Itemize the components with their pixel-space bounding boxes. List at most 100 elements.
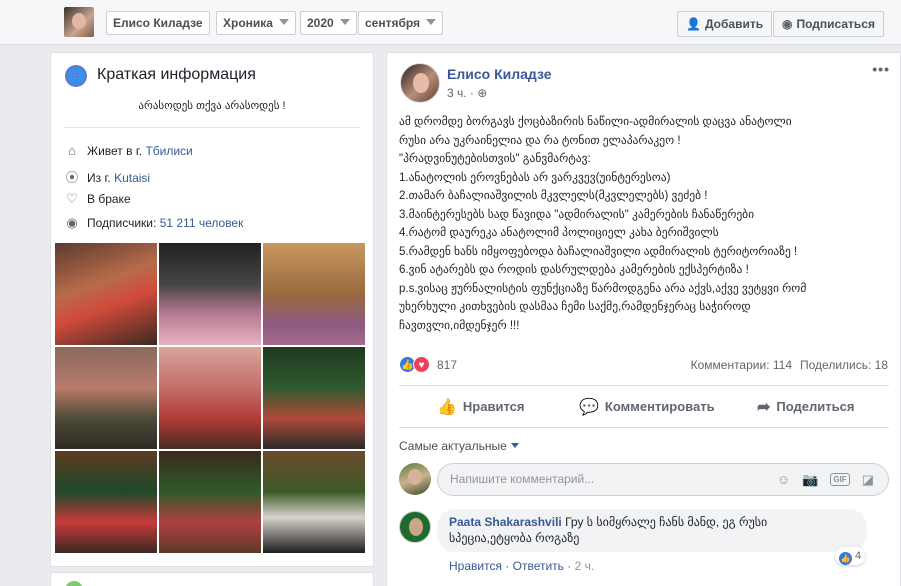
- sticker-icon[interactable]: ◪: [862, 464, 874, 495]
- from-prefix: Из г.: [87, 171, 111, 185]
- chevron-down-icon: [510, 443, 519, 448]
- followers-prefix: Подписчики:: [87, 216, 157, 230]
- comment-reply-link[interactable]: Ответить: [513, 559, 564, 573]
- rss-icon: ◉: [782, 17, 793, 31]
- section-icon: [65, 581, 83, 586]
- next-card: [50, 572, 374, 586]
- post-line: ჩავთვლი,იმდენჯერ !!!: [399, 319, 520, 332]
- shares-count-link[interactable]: Поделились: 18: [800, 358, 888, 372]
- section-dropdown-label: Хроника: [223, 16, 273, 30]
- timeline-navbar: Елисо Киладзе Хроника 2020 сентября 👤 Доб…: [0, 0, 901, 45]
- comment-like-link[interactable]: Нравится: [449, 559, 502, 573]
- comment-input-tools: ☺ 📷 GIF ◪: [765, 464, 874, 495]
- post-timestamp[interactable]: 3 ч. · ⊕: [447, 86, 487, 100]
- globe-icon: ⊕: [477, 86, 488, 100]
- photo-thumbnail[interactable]: [159, 451, 261, 553]
- like-button[interactable]: 👍 Нравится: [437, 395, 524, 419]
- comment-text-line1: Гру ს სიმყრალე ჩანს მანდ, ეგ რუსი: [565, 515, 768, 529]
- gif-icon[interactable]: GIF: [830, 473, 850, 486]
- intro-followers: ◉ Подписчики: 51 211 человек: [63, 215, 363, 235]
- post-line: "პრადვინუტებისთვის" განვმარტავ:: [399, 153, 591, 165]
- comment-time[interactable]: 2 ч.: [575, 559, 595, 573]
- camera-icon[interactable]: 📷: [802, 464, 818, 495]
- comment-actions: Нравится · Ответить · 2 ч.: [449, 559, 595, 573]
- share-button[interactable]: ➦ Поделиться: [757, 395, 854, 419]
- month-dropdown-label: сентября: [365, 16, 421, 30]
- emoji-icon[interactable]: ☺: [777, 464, 790, 495]
- comment-sort-label: Самые актуальные: [399, 439, 507, 453]
- intro-relationship: ♡ В браке: [63, 191, 363, 211]
- comment-button[interactable]: 💬 Комментировать: [579, 395, 715, 419]
- photo-thumbnail[interactable]: [159, 347, 261, 449]
- profile-name-chip[interactable]: Елисо Киладзе: [106, 11, 210, 35]
- divider: [399, 385, 889, 386]
- chevron-down-icon: [278, 19, 289, 25]
- avatar[interactable]: [400, 63, 440, 103]
- post-line: 4.რატომ დაურეკა ანატოლიმ პოლიციელ კახა ბ…: [399, 227, 719, 239]
- home-icon: ⌂: [68, 143, 76, 158]
- like-reaction-icon: 👍: [839, 552, 852, 565]
- reactions-count: 817: [437, 358, 458, 372]
- like-label: Нравится: [462, 399, 525, 414]
- comment-text-line2: სპეცია,ეტყობა როგაზე: [449, 531, 580, 545]
- from-city-link[interactable]: Kutaisi: [114, 171, 150, 185]
- thumbs-up-icon: 👍: [437, 399, 457, 416]
- more-options-icon[interactable]: •••: [872, 61, 890, 77]
- year-dropdown[interactable]: 2020: [300, 11, 357, 35]
- photo-thumbnail[interactable]: [263, 243, 365, 345]
- add-friend-label: Добавить: [704, 17, 764, 31]
- comment-icon: 💬: [579, 399, 599, 416]
- post-text: ამ დრომდე ბორგავს ქოცბაზირის ნაწილი-ადმი…: [399, 113, 889, 335]
- intro-lives-in: ⌂ Живет в г. Тбилиси: [63, 143, 363, 163]
- avatar: [399, 463, 431, 495]
- post-line: 5.რამდენ ხანს იმყოფებოდა ბაჩალიაშვილი ად…: [399, 245, 798, 258]
- heart-icon: ♡: [66, 191, 78, 206]
- divider: [63, 127, 361, 128]
- post-card: Елисо Киладзе 3 ч. · ⊕ ••• ამ დრომდე ბორ…: [386, 52, 901, 586]
- intro-from: ⦿ Из г. Kutaisi: [63, 167, 363, 187]
- post-line: 2.თამარ ბაჩალიაშვილის მკვლელს(მკვლელებს)…: [399, 190, 708, 202]
- love-reaction-icon: ♥: [413, 356, 430, 373]
- month-dropdown[interactable]: сентября: [358, 11, 444, 35]
- photo-thumbnail[interactable]: [263, 451, 365, 553]
- avatar[interactable]: [399, 511, 431, 543]
- rss-icon: ◉: [66, 215, 78, 230]
- post-line: 1.ანატოლის ეროვნებას არ ვარკვევ(უინტერეს…: [399, 171, 671, 184]
- intro-title: Краткая информация: [97, 66, 256, 83]
- photo-thumbnail[interactable]: [159, 243, 261, 345]
- subscribe-label: Подписаться: [796, 17, 875, 31]
- photo-thumbnail[interactable]: [55, 347, 157, 449]
- section-dropdown[interactable]: Хроника: [216, 11, 296, 35]
- divider: [399, 427, 889, 428]
- location-pin-icon: ⦿: [65, 170, 79, 185]
- post-line: p.s.ვისაც ჟურნალისტის ფუნქციაზე წარმოდგე…: [399, 282, 807, 295]
- photo-thumbnail[interactable]: [263, 347, 365, 449]
- comment-sort-dropdown[interactable]: Самые актуальные: [399, 439, 519, 453]
- followers-count-link[interactable]: 51 211 человек: [160, 216, 244, 230]
- comment-input[interactable]: Напишите комментарий... ☺ 📷 GIF ◪: [437, 463, 889, 496]
- share-icon: ➦: [757, 399, 771, 416]
- comments-count-link[interactable]: Комментарии: 114: [691, 358, 792, 372]
- subscribe-button[interactable]: ◉ Подписаться: [773, 11, 884, 37]
- lives-prefix: Живет в г.: [87, 144, 143, 158]
- chevron-down-icon: [339, 19, 350, 25]
- relationship-label: В браке: [87, 192, 131, 206]
- post-line: რუსი არა უკრაინელია და რა ტონით ელაპარაკ…: [399, 134, 681, 147]
- comment-author[interactable]: Paata Shakarashvili: [449, 515, 562, 529]
- post-author[interactable]: Елисо Киладзе: [447, 66, 552, 82]
- post-stats: Комментарии: 114 Поделились: 18: [691, 358, 888, 372]
- comment-label: Комментировать: [604, 399, 715, 414]
- comment-reactions[interactable]: 👍 4: [835, 547, 866, 565]
- post-line: უხერხული კითხვების დასმაა ჩემი საქმე,რამ…: [399, 301, 751, 313]
- lives-city-link[interactable]: Тбилиси: [145, 144, 192, 158]
- add-friend-button[interactable]: 👤 Добавить: [677, 11, 773, 37]
- post-line: 6.ვინ ატარებს და როდის დასრულდება კამერე…: [399, 264, 749, 276]
- share-label: Поделиться: [776, 399, 855, 414]
- photo-thumbnail[interactable]: [55, 243, 157, 345]
- intro-card: 🌐 Краткая информация არასოდეს თქვა არასო…: [50, 52, 374, 567]
- post-line: ამ დრომდე ბორგავს ქოცბაზირის ნაწილი-ადმი…: [399, 116, 792, 128]
- photo-thumbnail[interactable]: [55, 451, 157, 553]
- year-dropdown-label: 2020: [307, 16, 334, 30]
- profile-thumbnail[interactable]: [64, 7, 94, 37]
- post-time-label: 3 ч.: [447, 86, 467, 100]
